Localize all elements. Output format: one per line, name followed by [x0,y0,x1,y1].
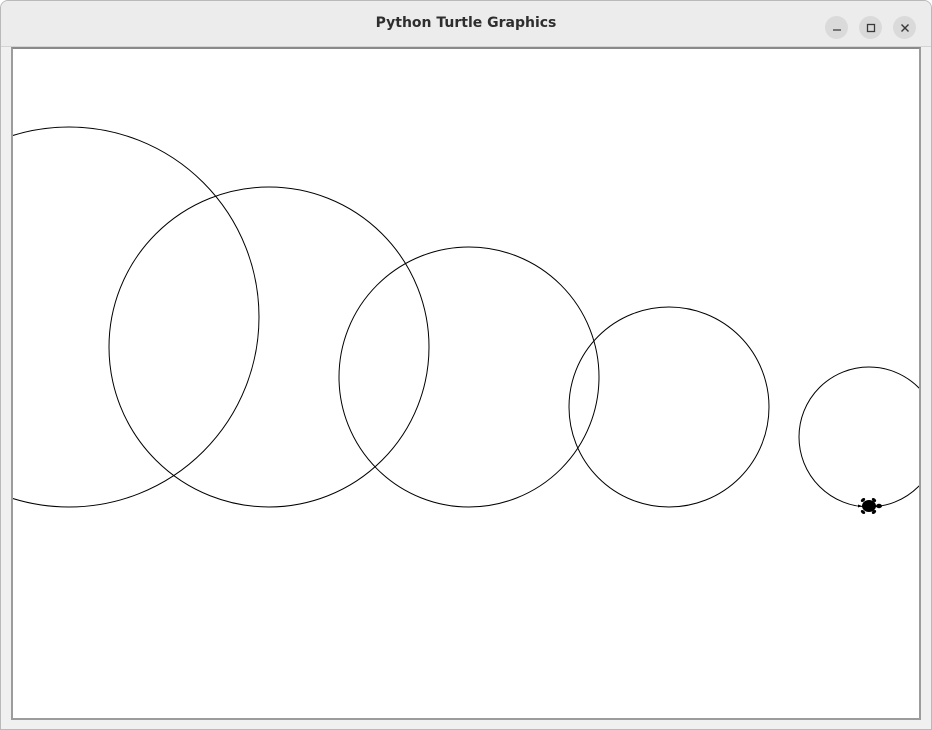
turtle-icon [858,497,882,515]
circle-2 [108,186,430,508]
circle-1 [13,126,260,508]
close-button[interactable] [893,16,916,39]
maximize-button[interactable] [859,16,882,39]
title-bar[interactable]: Python Turtle Graphics [1,1,931,47]
minimize-button[interactable] [825,16,848,39]
turtle-canvas[interactable] [11,47,921,720]
circle-5 [798,366,919,508]
circle-3 [338,246,600,508]
maximize-icon [866,23,875,32]
turtle-window: Python Turtle Graphics [0,0,932,730]
minimize-icon [832,28,841,31]
window-title: Python Turtle Graphics [375,15,557,31]
drawing-surface [13,126,919,515]
close-icon [900,23,909,32]
circle-4 [568,306,770,508]
